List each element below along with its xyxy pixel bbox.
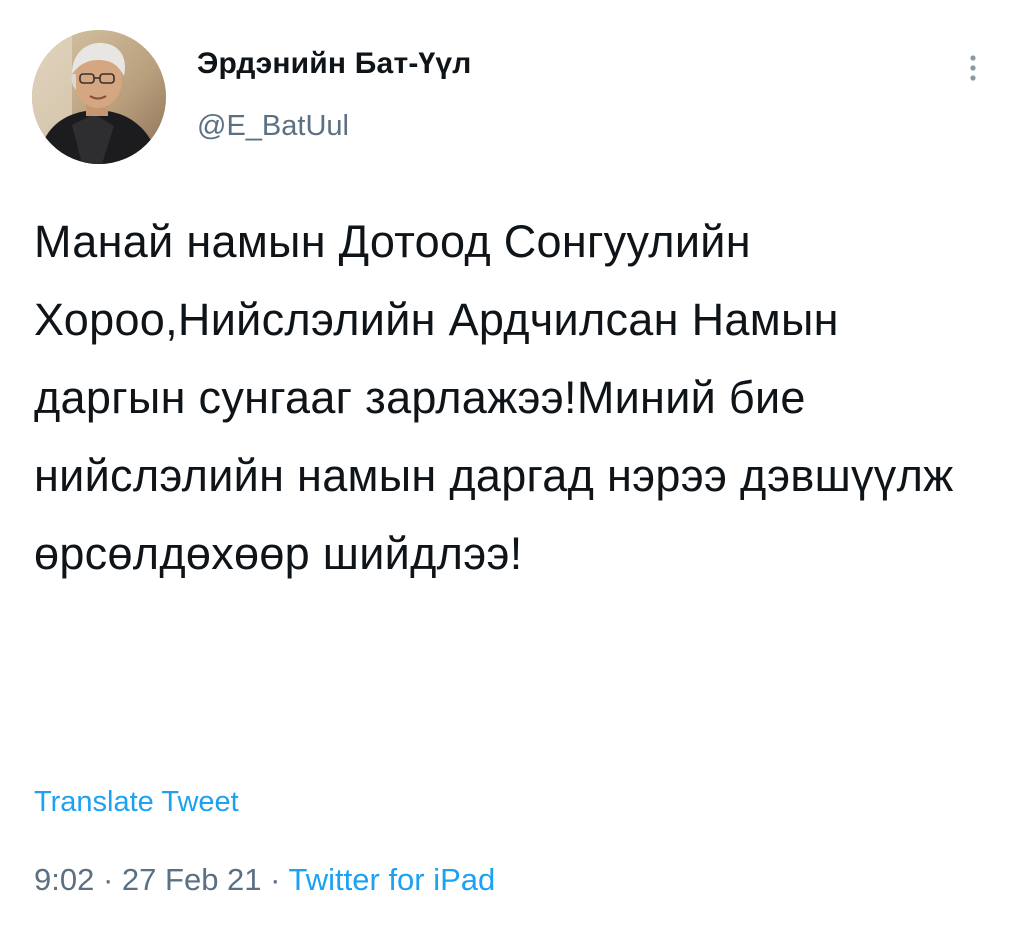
translate-tweet-link[interactable]: Translate Tweet: [34, 786, 239, 819]
tweet-source-link[interactable]: Twitter for iPad: [289, 862, 496, 897]
author-display-name[interactable]: Эрдэнийн Бат-Үүл: [197, 47, 472, 81]
separator: ·: [102, 862, 114, 897]
avatar-photo: [32, 30, 166, 164]
separator: ·: [270, 862, 281, 897]
tweet-text: Манай намын Дотоод Сонгуулийн Хороо,Нийс…: [34, 216, 954, 579]
tweet-metadata: 9:02 · 27 Feb 21 · Twitter for iPad: [34, 862, 495, 898]
more-vertical-icon: [970, 55, 976, 81]
tweet-card: Эрдэнийн Бат-Үүл @E_BatUul Манай намын Д…: [0, 0, 1024, 940]
avatar[interactable]: [32, 30, 166, 164]
tweet-time[interactable]: 9:02: [34, 862, 94, 897]
more-options-button[interactable]: [952, 46, 992, 90]
author-handle[interactable]: @E_BatUul: [197, 110, 349, 143]
tweet-date[interactable]: 27 Feb 21: [122, 862, 262, 897]
